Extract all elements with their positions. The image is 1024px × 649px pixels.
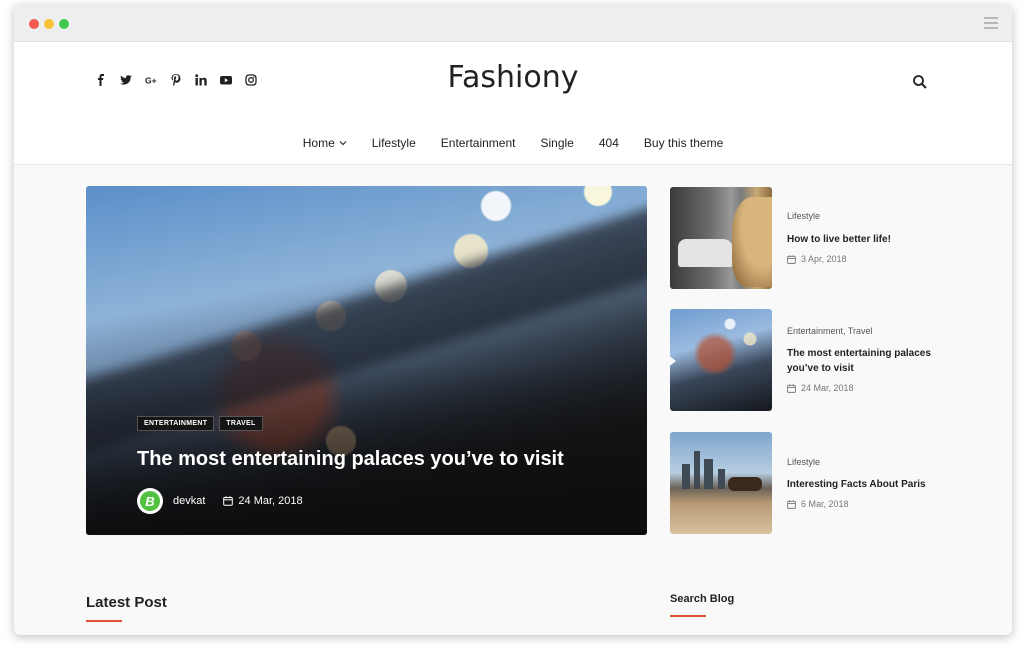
side-post[interactable]: Lifestyle How to live better life! 3 Apr… [670, 187, 960, 289]
post-thumbnail[interactable] [670, 432, 772, 534]
post-title[interactable]: How to live better life! [787, 232, 947, 247]
post-category[interactable]: Lifestyle [787, 457, 820, 467]
nav-item-label: Lifestyle [371, 136, 416, 150]
post-date: 24 Mar, 2018 [238, 495, 303, 507]
nav-item-entertainment[interactable]: Entertainment [441, 136, 516, 150]
browser-window: G+ Fashiony Home Lifestyle Entertainment… [14, 5, 1012, 635]
nav-item-label: Entertainment [440, 136, 516, 150]
heading-underline [670, 615, 706, 617]
site-header: G+ Fashiony Home Lifestyle Entertainment… [14, 42, 1012, 165]
menu-icon[interactable] [984, 17, 998, 29]
heading-underline [86, 620, 122, 622]
search-icon[interactable] [912, 74, 928, 90]
main-nav: Home Lifestyle Entertainment Single 404 … [14, 136, 1012, 150]
minimize-window-button[interactable] [44, 19, 54, 29]
post-date: 3 Apr, 2018 [801, 254, 847, 264]
browser-titlebar [14, 5, 1012, 42]
site-logo[interactable]: Fashiony [14, 60, 1012, 95]
nav-item-label: 404 [598, 136, 619, 150]
calendar-icon [787, 254, 796, 264]
avatar[interactable]: B [137, 488, 163, 514]
avatar-letter: B [140, 491, 160, 511]
post-category[interactable]: Lifestyle [787, 211, 820, 221]
chevron-down-icon [339, 141, 347, 146]
post-category[interactable]: Entertainment, Travel [787, 326, 873, 336]
search-blog-heading: Search Blog [670, 593, 735, 605]
author-name[interactable]: devkat [173, 495, 205, 507]
featured-post[interactable]: ENTERTAINMENT TRAVEL The most entertaini… [86, 186, 647, 535]
nav-item-label: Single [540, 136, 574, 150]
latest-post-heading: Latest Post [86, 594, 167, 611]
nav-item-home[interactable]: Home [303, 136, 347, 150]
nav-item-lifestyle[interactable]: Lifestyle [372, 136, 416, 150]
post-thumbnail[interactable] [670, 187, 772, 289]
post-thumbnail[interactable] [670, 309, 772, 411]
nav-item-single[interactable]: Single [541, 136, 574, 150]
nav-item-buy-theme[interactable]: Buy this theme [644, 136, 723, 150]
tag-entertainment[interactable]: ENTERTAINMENT [137, 416, 215, 431]
post-title[interactable]: The most entertaining palaces you’ve to … [787, 346, 947, 376]
tag-travel[interactable]: TRAVEL [219, 416, 263, 431]
nav-item-label: Buy this theme [643, 136, 724, 150]
nav-item-label: Home [302, 136, 335, 150]
calendar-icon [787, 383, 796, 393]
calendar-icon [223, 496, 234, 506]
post-tags: ENTERTAINMENT TRAVEL [137, 416, 263, 431]
side-post[interactable]: Entertainment, Travel The most entertain… [670, 309, 960, 411]
featured-post-meta: B devkat 24 Mar, 2018 [137, 488, 303, 514]
nav-item-404[interactable]: 404 [599, 136, 619, 150]
featured-post-title[interactable]: The most entertaining palaces you’ve to … [137, 448, 564, 471]
post-title[interactable]: Interesting Facts About Paris [787, 477, 947, 492]
maximize-window-button[interactable] [59, 19, 69, 29]
close-window-button[interactable] [29, 19, 39, 29]
post-date: 6 Mar, 2018 [801, 499, 849, 509]
calendar-icon [787, 499, 796, 509]
post-date: 24 Mar, 2018 [801, 383, 854, 393]
side-post[interactable]: Lifestyle Interesting Facts About Paris … [670, 432, 960, 534]
